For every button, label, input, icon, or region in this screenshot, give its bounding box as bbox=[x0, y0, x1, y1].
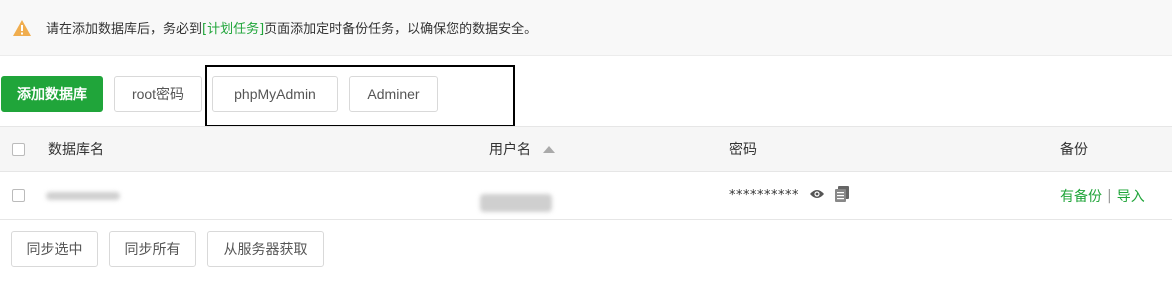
header-db-name: 数据库名 bbox=[48, 142, 104, 158]
sync-selected-button[interactable]: 同步选中 bbox=[11, 231, 98, 267]
eye-icon[interactable] bbox=[809, 188, 825, 204]
adminer-button[interactable]: Adminer bbox=[349, 76, 438, 112]
phpmyadmin-button[interactable]: phpMyAdmin bbox=[212, 76, 338, 112]
notice-bar: 请在添加数据库后，务必到[计划任务]页面添加定时备份任务，以确保您的数据安全。 bbox=[0, 0, 1172, 56]
root-password-button[interactable]: root密码 bbox=[114, 76, 202, 112]
notice-text-after: 页面添加定时备份任务，以确保您的数据安全。 bbox=[264, 22, 538, 37]
import-link[interactable]: 导入 bbox=[1117, 186, 1145, 206]
table-header: 数据库名 用户名 密码 备份 bbox=[0, 126, 1172, 172]
warning-icon bbox=[12, 19, 32, 37]
username-redacted bbox=[480, 193, 552, 212]
fetch-from-server-button[interactable]: 从服务器获取 bbox=[207, 231, 324, 267]
add-database-button[interactable]: 添加数据库 bbox=[1, 76, 103, 112]
select-all-checkbox[interactable] bbox=[12, 142, 25, 156]
notice-text-before: 请在添加数据库后，务必到 bbox=[46, 22, 203, 37]
cron-task-link[interactable]: [计划任务] bbox=[202, 22, 264, 37]
link-separator: | bbox=[1107, 187, 1112, 204]
db-name-redacted bbox=[46, 191, 120, 200]
header-username-sort[interactable]: 用户名 bbox=[489, 127, 555, 171]
sync-all-button[interactable]: 同步所有 bbox=[109, 231, 196, 267]
sort-asc-icon bbox=[543, 145, 555, 153]
database-table: 数据库名 用户名 密码 备份 ********** 有备份 | 导入 bbox=[0, 126, 1172, 220]
header-backup: 备份 bbox=[1060, 142, 1088, 158]
header-password: 密码 bbox=[729, 142, 757, 158]
copy-icon[interactable] bbox=[835, 185, 849, 206]
password-masked: ********** bbox=[729, 188, 799, 203]
has-backup-link[interactable]: 有备份 bbox=[1060, 186, 1102, 206]
header-username: 用户名 bbox=[489, 142, 531, 158]
notice-text: 请在添加数据库后，务必到[计划任务]页面添加定时备份任务，以确保您的数据安全。 bbox=[46, 18, 537, 37]
table-row: ********** 有备份 | 导入 bbox=[0, 172, 1172, 220]
row-checkbox[interactable] bbox=[12, 189, 25, 202]
